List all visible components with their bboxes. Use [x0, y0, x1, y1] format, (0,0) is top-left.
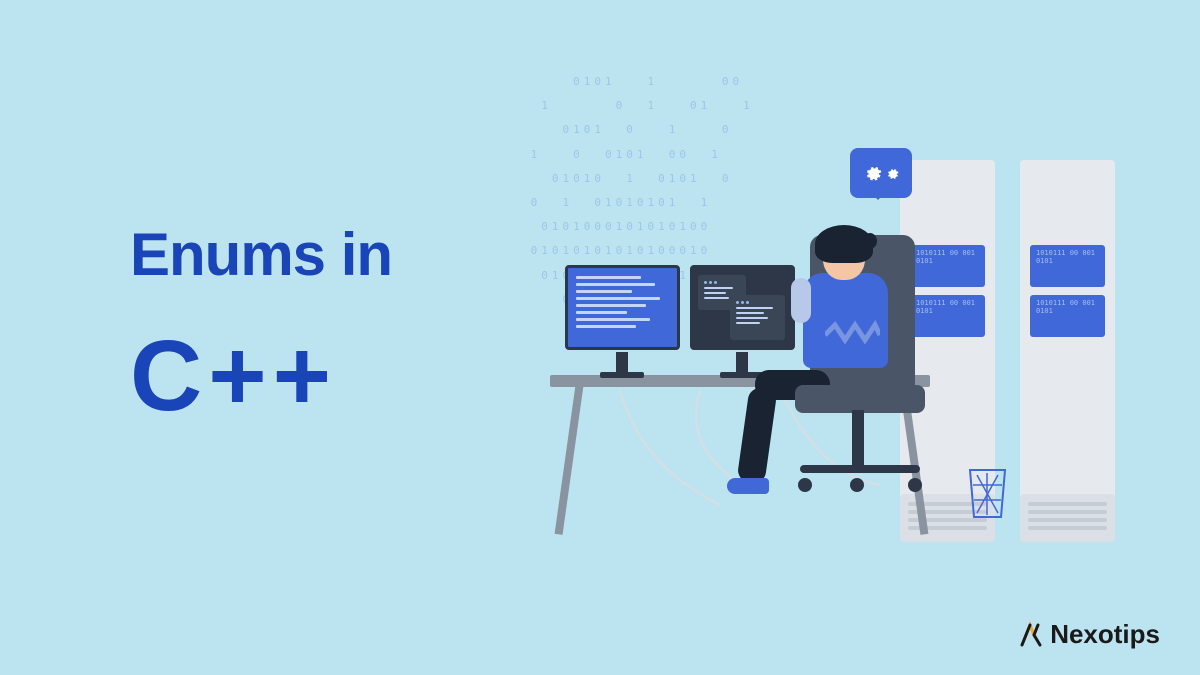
server-led-text: 1010111 00 001 0101 — [916, 299, 985, 316]
server-panel: 1010111 00 001 0101 — [1030, 245, 1105, 287]
monitor-left — [565, 265, 680, 350]
title-line-2: C++ — [130, 319, 392, 434]
chair-base — [800, 465, 920, 473]
server-rack-right: 1010111 00 001 0101 1010111 00 001 0101 — [1020, 160, 1115, 540]
gear-icon — [886, 167, 899, 180]
hero-illustration: 0101 1 00 1 0 1 01 1 0101 0 1 0 1 0 0101… — [520, 70, 1160, 590]
brand-logo: Nexotips — [1016, 619, 1160, 650]
title-block: Enums in C++ — [130, 220, 392, 434]
server-base-right — [1020, 494, 1115, 542]
monitor-stand — [616, 352, 628, 374]
monitor-stand — [736, 352, 748, 374]
logo-mark-icon — [1016, 621, 1044, 649]
chair-seat — [795, 385, 925, 413]
chair-wheel — [850, 478, 864, 492]
speech-bubble — [850, 148, 912, 198]
server-led-text: 1010111 00 001 0101 — [1036, 299, 1105, 316]
gear-icon — [864, 164, 882, 182]
trash-bin-icon — [965, 465, 1010, 520]
chair-pole — [852, 410, 864, 470]
server-led-text: 1010111 00 001 0101 — [1036, 249, 1105, 266]
monitor-base — [600, 372, 644, 378]
title-line-1: Enums in — [130, 220, 392, 289]
code-window-icon — [730, 295, 785, 340]
chair-wheel — [908, 478, 922, 492]
chair-wheel — [798, 478, 812, 492]
person-hair — [815, 225, 873, 263]
logo-text: Nexotips — [1050, 619, 1160, 650]
server-panel: 1010111 00 001 0101 — [1030, 295, 1105, 337]
sweater-pattern-icon — [825, 320, 880, 350]
code-lines-icon — [576, 276, 669, 332]
server-led-text: 1010111 00 001 0101 — [916, 249, 985, 266]
